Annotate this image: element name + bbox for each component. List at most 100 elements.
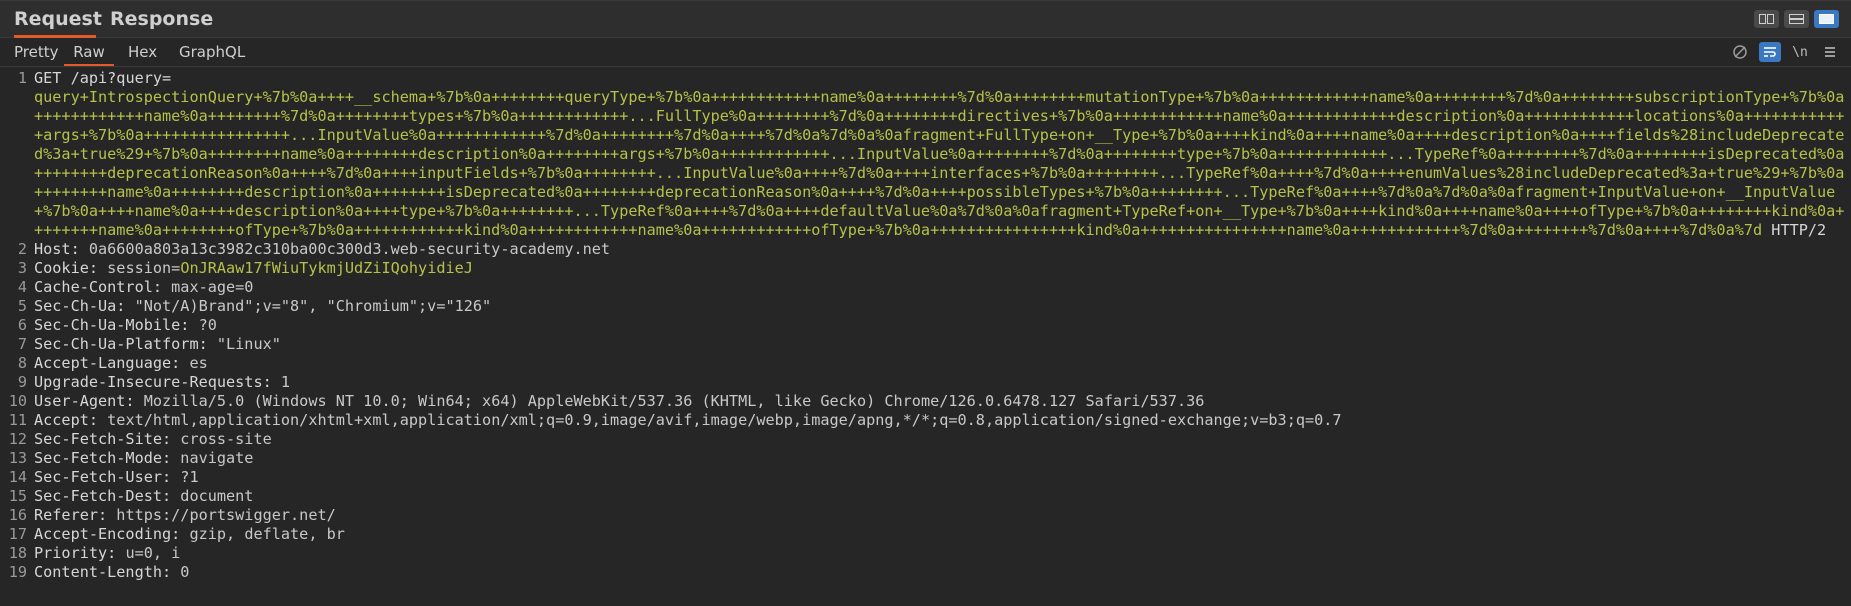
line-number: 2 — [17, 240, 27, 258]
header-text: Accept: text/html,application/xhtml+xml,… — [34, 411, 1851, 430]
header-line: 19 Content-Length: 0 — [0, 563, 1851, 582]
header-line: 2 Host: 0a6600a803a13c3982c310ba00c300d3.… — [0, 240, 1851, 259]
header-name: Upgrade-Insecure-Requests: — [34, 373, 272, 391]
header-line: 15 Sec-Fetch-Dest: document — [0, 487, 1851, 506]
side-by-side-layout-button[interactable] — [1754, 10, 1779, 28]
tabbed-layout-button[interactable] — [1814, 10, 1839, 28]
header-name: Sec-Ch-Ua-Mobile: — [34, 316, 190, 334]
request-path: /api?query= — [70, 69, 172, 87]
line-number: 10 — [8, 392, 27, 410]
menu-button[interactable] — [1819, 42, 1841, 62]
rows-icon — [1789, 14, 1804, 24]
word-wrap-button[interactable] — [1759, 42, 1781, 62]
header-value: "Not/A)Brand";v="8", "Chromium";v="126" — [125, 297, 492, 315]
header-value: ?1 — [171, 468, 199, 486]
tab-pretty[interactable]: Pretty — [14, 38, 59, 66]
hamburger-icon — [1825, 47, 1835, 57]
header-line: 17 Accept-Encoding: gzip, deflate, br — [0, 525, 1851, 544]
header-text: Sec-Ch-Ua: "Not/A)Brand";v="8", "Chromiu… — [34, 297, 1851, 316]
line-number: 7 — [17, 335, 27, 353]
header-name: Accept: — [34, 411, 99, 429]
header-value: max-age=0 — [162, 278, 254, 296]
header-line: 10 User-Agent: Mozilla/5.0 (Windows NT 10… — [0, 392, 1851, 411]
header-text: Referer: https://portswigger.net/ — [34, 506, 1851, 525]
header-text: Sec-Fetch-Dest: document — [34, 487, 1851, 506]
tab-response[interactable]: Response — [110, 1, 213, 38]
header-value: u=0, i — [116, 544, 181, 562]
header-line: 11 Accept: text/html,application/xhtml+xm… — [0, 411, 1851, 430]
header-text: Cache-Control: max-age=0 — [34, 278, 1851, 297]
columns-icon — [1759, 14, 1774, 24]
line-number: 18 — [8, 544, 27, 562]
query-parameter-value: query+IntrospectionQuery+%7b%0a++++__sch… — [34, 88, 1845, 239]
eye-off-icon — [1733, 45, 1747, 59]
header-line: 18 Priority: u=0, i — [0, 544, 1851, 563]
header-value: https://portswigger.net/ — [107, 506, 336, 524]
header-text: Sec-Fetch-Site: cross-site — [34, 430, 1851, 449]
header-text: Sec-Ch-Ua-Platform: "Linux" — [34, 335, 1851, 354]
header-name: Host: — [34, 240, 80, 258]
header-value: text/html,application/xhtml+xml,applicat… — [98, 411, 1342, 429]
request-line: 1 GET /api?query= query+IntrospectionQue… — [0, 69, 1851, 240]
line-number: 16 — [8, 506, 27, 524]
stacked-layout-button[interactable] — [1784, 10, 1809, 28]
line-number: 19 — [8, 563, 27, 581]
wrap-text-icon — [1764, 47, 1776, 57]
single-pane-icon — [1819, 14, 1834, 24]
header-name: Sec-Ch-Ua: — [34, 297, 126, 315]
tab-raw[interactable]: Raw — [64, 38, 114, 66]
header-name: Sec-Fetch-Dest: — [34, 487, 172, 505]
request-line-text: GET /api?query= query+IntrospectionQuery… — [34, 69, 1851, 240]
line-number: 13 — [8, 449, 27, 467]
header-line: 6 Sec-Ch-Ua-Mobile: ?0 — [0, 316, 1851, 335]
header-name: Sec-Ch-Ua-Platform: — [34, 335, 208, 353]
hide-nonprinting-button[interactable] — [1729, 42, 1751, 62]
header-value: navigate — [171, 449, 254, 467]
line-number: 4 — [17, 278, 27, 296]
http-protocol: HTTP/2 — [1762, 221, 1827, 239]
header-text: Sec-Fetch-Mode: navigate — [34, 449, 1851, 468]
header-line: 4 Cache-Control: max-age=0 — [0, 278, 1851, 297]
header-text: Priority: u=0, i — [34, 544, 1851, 563]
header-line: 16 Referer: https://portswigger.net/ — [0, 506, 1851, 525]
header-text: Accept-Encoding: gzip, deflate, br — [34, 525, 1851, 544]
header-name: Sec-Fetch-Site: — [34, 430, 172, 448]
header-value: 0a6600a803a13c3982c310ba00c300d3.web-sec… — [79, 240, 611, 258]
header-value: ?0 — [189, 316, 217, 334]
header-line: 3 Cookie: session=OnJRAaw17fWiuTykmjUdZiI… — [0, 259, 1851, 278]
header-line: 13 Sec-Fetch-Mode: navigate — [0, 449, 1851, 468]
session-cookie-value: OnJRAaw17fWiuTykmjUdZiIQohyidieJ — [180, 259, 473, 277]
tab-graphql[interactable]: GraphQL — [179, 38, 245, 66]
line-number: 1 — [17, 69, 27, 87]
editor-toolbar: \n — [1729, 42, 1841, 62]
view-tab-bar: Pretty Raw Hex GraphQL \n — [0, 38, 1851, 67]
show-newlines-button[interactable]: \n — [1789, 42, 1811, 62]
header-name: Referer: — [34, 506, 108, 524]
header-text: Host: 0a6600a803a13c3982c310ba00c300d3.w… — [34, 240, 1851, 259]
header-text: Accept-Language: es — [34, 354, 1851, 373]
header-name: Accept-Language: — [34, 354, 181, 372]
header-value: session= — [98, 259, 181, 277]
line-number: 11 — [8, 411, 27, 429]
header-text: Cookie: session=OnJRAaw17fWiuTykmjUdZiIQ… — [34, 259, 1851, 278]
line-number: 8 — [17, 354, 27, 372]
layout-switcher — [1754, 10, 1839, 28]
tab-request[interactable]: Request — [14, 1, 102, 38]
header-value: 0 — [171, 563, 190, 581]
header-text: User-Agent: Mozilla/5.0 (Windows NT 10.0… — [34, 392, 1851, 411]
tab-hex[interactable]: Hex — [128, 38, 157, 66]
header-name: Content-Length: — [34, 563, 172, 581]
header-value: cross-site — [171, 430, 272, 448]
message-tab-bar: Request Response — [0, 0, 1851, 38]
line-number: 5 — [17, 297, 27, 315]
raw-request-editor[interactable]: 1 GET /api?query= query+IntrospectionQue… — [0, 69, 1851, 606]
line-number: 9 — [17, 373, 27, 391]
header-name: Cache-Control: — [34, 278, 163, 296]
header-line: 5 Sec-Ch-Ua: "Not/A)Brand";v="8", "Chromi… — [0, 297, 1851, 316]
header-text: Sec-Ch-Ua-Mobile: ?0 — [34, 316, 1851, 335]
header-name: Cookie: — [34, 259, 99, 277]
header-name: Sec-Fetch-Mode: — [34, 449, 172, 467]
header-text: Sec-Fetch-User: ?1 — [34, 468, 1851, 487]
header-text: Upgrade-Insecure-Requests: 1 — [34, 373, 1851, 392]
header-text: Content-Length: 0 — [34, 563, 1851, 582]
